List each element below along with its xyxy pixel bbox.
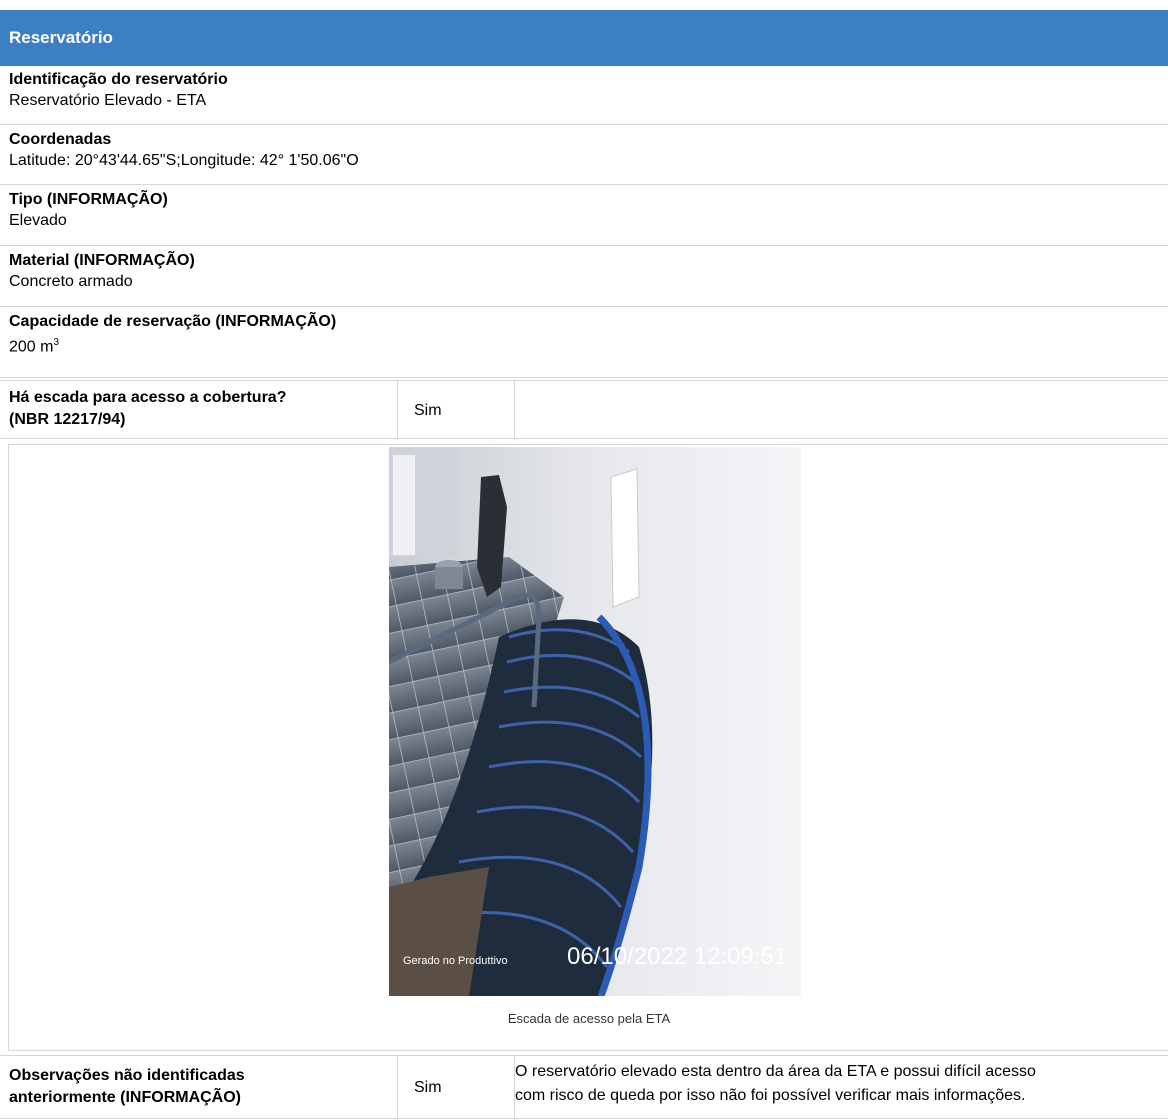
row-note: O reservatório elevado esta dentro da ár… — [515, 1056, 1168, 1118]
table-row-observacoes: Observações não identificadas anteriorme… — [0, 1055, 1168, 1119]
row-note-line: com risco de queda por isso não foi poss… — [515, 1087, 1026, 1104]
field-identificacao: Identificação do reservatório Reservatór… — [0, 66, 1168, 125]
row-answer: Sim — [398, 1056, 515, 1118]
field-material: Material (INFORMAÇÃO) Concreto armado — [0, 247, 1168, 307]
table-row-escada: Há escada para acesso a cobertura? (NBR … — [0, 380, 1168, 439]
section-header: Reservatório — [0, 10, 1168, 66]
row-label: Há escada para acesso a cobertura? (NBR … — [0, 381, 398, 438]
field-tipo: Tipo (INFORMAÇÃO) Elevado — [0, 186, 1168, 246]
photo-caption: Escada de acesso pela ETA — [507, 1011, 671, 1026]
row-answer: Sim — [398, 381, 515, 438]
stairs-photo-image — [389, 447, 801, 996]
capacity-value: 200 m — [9, 338, 54, 356]
field-value: Latitude: 20°43'44.65"S;Longitude: 42° 1… — [9, 152, 359, 169]
field-label: Coordenadas — [9, 131, 112, 148]
capacity-unit-superscript: 3 — [53, 337, 60, 348]
row-label-line: Observações não identificadas — [9, 1067, 245, 1084]
field-value: Reservatório Elevado - ETA — [9, 92, 207, 109]
field-value: 200 m3 — [9, 332, 1168, 358]
field-label: Material (INFORMAÇÃO) — [9, 252, 195, 269]
photo-container: Gerado no Produttivo 06/10/2022 12:09:51… — [8, 444, 1168, 1051]
section-title: Reservatório — [9, 28, 113, 47]
field-label: Identificação do reservatório — [9, 71, 228, 88]
row-label-line: Há escada para acesso a cobertura? — [9, 389, 287, 406]
row-note-line: O reservatório elevado esta dentro da ár… — [515, 1063, 1036, 1080]
photo-timestamp: 06/10/2022 12:09:51 — [567, 943, 788, 970]
field-label: Tipo (INFORMAÇÃO) — [9, 191, 168, 208]
field-capacidade: Capacidade de reservação (INFORMAÇÃO) 20… — [0, 308, 1168, 378]
field-value: Concreto armado — [9, 273, 133, 290]
row-label-line: (NBR 12217/94) — [9, 411, 126, 428]
field-coordenadas: Coordenadas Latitude: 20°43'44.65"S;Long… — [0, 126, 1168, 185]
field-label: Capacidade de reservação (INFORMAÇÃO) — [9, 313, 337, 330]
stairs-photo: Gerado no Produttivo 06/10/2022 12:09:51 — [389, 447, 801, 996]
field-value: Elevado — [9, 212, 67, 229]
row-note — [515, 381, 1168, 438]
row-label-line: anteriormente (INFORMAÇÃO) — [9, 1089, 242, 1106]
row-label: Observações não identificadas anteriorme… — [0, 1056, 398, 1118]
photo-watermark: Gerado no Produttivo — [403, 955, 508, 967]
